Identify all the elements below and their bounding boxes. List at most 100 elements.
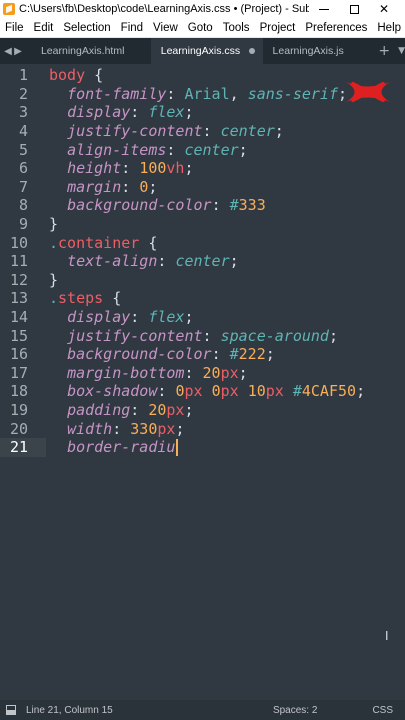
code-line: 19 padding: 20px; <box>0 401 405 420</box>
line-code: align-items: center; <box>67 140 248 159</box>
line-number: 10 <box>9 233 28 252</box>
line-code: } <box>49 270 59 289</box>
menu-file[interactable]: File <box>0 22 29 34</box>
syntax-status[interactable]: CSS <box>372 705 393 716</box>
line-code: justify-content: space-around; <box>67 326 338 345</box>
code-line: 20 width: 330px; <box>0 419 405 438</box>
text-caret <box>176 439 178 457</box>
menu-goto[interactable]: Goto <box>183 22 218 34</box>
line-code: text-align: center; <box>67 252 239 271</box>
code-line: 15 justify-content: space-around; <box>0 326 405 345</box>
line-code: } <box>49 215 59 234</box>
line-number: 8 <box>18 196 28 215</box>
line-number: 7 <box>18 177 28 196</box>
minimize-icon <box>319 8 329 10</box>
menu-tools[interactable]: Tools <box>218 22 255 34</box>
line-number: 12 <box>9 270 28 289</box>
code-line: 12} <box>0 271 405 290</box>
tab-learningaxis-css[interactable]: LearningAxis.css <box>150 38 263 64</box>
menu-view[interactable]: View <box>148 22 183 34</box>
tab-label: LearningAxis.css <box>160 45 241 57</box>
tab-scroll-right-icon[interactable]: ▶ <box>13 46 23 57</box>
tab-list-chevron-icon[interactable]: ▼ <box>398 46 405 56</box>
menu-bar: File Edit Selection Find View Goto Tools… <box>0 18 405 38</box>
code-line: 10 .container { <box>0 233 405 252</box>
new-tab-plus-icon[interactable]: + <box>378 43 390 59</box>
code-line: 18 box-shadow: 0px 0px 10px #4CAF50; <box>0 382 405 401</box>
line-number: 15 <box>9 326 28 345</box>
panel-toggle-icon[interactable] <box>6 705 16 715</box>
line-code: body { <box>49 66 104 85</box>
line-code: height: 100vh; <box>67 159 194 178</box>
code-line: 3 display: flex; <box>0 103 405 122</box>
maximize-icon <box>349 4 359 14</box>
tab-learningaxis-js[interactable]: LearningAxis.js <box>263 38 371 64</box>
tab-learningaxis-html[interactable]: LearningAxis.html <box>23 38 151 64</box>
line-number: 18 <box>9 382 28 401</box>
code-line: 4 justify-content: center; <box>0 122 405 141</box>
code-line: 16 background-color: #222; <box>0 345 405 364</box>
code-line: 13 .steps { <box>0 289 405 308</box>
line-code: box-shadow: 0px 0px 10px #4CAF50; <box>67 382 366 401</box>
line-number: 20 <box>9 419 28 438</box>
code-line: 9} <box>0 215 405 234</box>
line-number: 2 <box>18 84 28 103</box>
line-number-current: 21 <box>0 438 46 457</box>
line-number: 14 <box>9 308 28 327</box>
menu-preferences[interactable]: Preferences <box>300 22 372 34</box>
line-number: 5 <box>18 140 28 159</box>
menu-selection[interactable]: Selection <box>58 22 115 34</box>
code-line: 6 height: 100vh; <box>0 159 405 178</box>
line-number: 16 <box>9 345 28 364</box>
window-title: C:\Users\fb\Desktop\code\LearningAxis.cs… <box>19 3 309 15</box>
maximize-button[interactable] <box>339 0 369 18</box>
line-code: margin: 0; <box>67 177 158 196</box>
line-number: 11 <box>9 252 28 271</box>
line-code: display: flex; <box>67 103 194 122</box>
code-line: 14 display: flex; <box>0 308 405 327</box>
code-line: 11 text-align: center; <box>0 252 405 271</box>
indentation-status[interactable]: Spaces: 2 <box>273 705 317 716</box>
menu-find[interactable]: Find <box>116 22 148 34</box>
line-code: width: 330px; <box>67 419 185 438</box>
line-number: 4 <box>18 122 28 141</box>
code-line: 17 margin-bottom: 20px; <box>0 364 405 383</box>
code-line: 7 margin: 0; <box>0 178 405 197</box>
red-x-annotation-icon <box>346 82 390 102</box>
line-code: background-color: #333 <box>67 196 266 215</box>
menu-edit[interactable]: Edit <box>29 22 59 34</box>
line-number: 13 <box>9 289 28 308</box>
code-line: 8 background-color: #333 <box>0 196 405 215</box>
status-bar: Line 21, Column 15 Spaces: 2 CSS <box>0 700 405 720</box>
line-number: 1 <box>18 66 28 85</box>
tab-bar: ◀ ▶ LearningAxis.html LearningAxis.css L… <box>0 38 405 64</box>
close-icon: ✕ <box>378 2 390 16</box>
code-line: 5 align-items: center; <box>0 140 405 159</box>
line-code: display: flex; <box>67 308 194 327</box>
tab-label: LearningAxis.js <box>272 45 344 57</box>
sublime-app-icon <box>3 3 15 15</box>
line-code: background-color: #222; <box>67 345 275 364</box>
line-code: padding: 20px; <box>67 401 194 420</box>
line-code: border-radiu <box>46 438 178 457</box>
code-line-current: 21 border-radiu <box>0 438 405 457</box>
line-code: .steps { <box>49 289 122 308</box>
line-number: 6 <box>18 159 28 178</box>
line-number: 19 <box>9 401 28 420</box>
line-number: 3 <box>18 103 28 122</box>
line-number: 9 <box>18 215 28 234</box>
line-code: justify-content: center; <box>67 122 284 141</box>
code-editor[interactable]: 1 body { 2 font-family: Arial, sans-serif… <box>0 64 405 696</box>
line-code: font-family: Arial, sans-serif; <box>67 84 348 103</box>
close-button[interactable]: ✕ <box>369 0 399 18</box>
minimize-button[interactable] <box>309 0 339 18</box>
title-bar: C:\Users\fb\Desktop\code\LearningAxis.cs… <box>0 0 405 18</box>
menu-help[interactable]: Help <box>372 22 405 34</box>
line-number: 17 <box>9 363 28 382</box>
ibeam-cursor-icon: I <box>385 629 389 643</box>
tab-label: LearningAxis.html <box>40 45 125 57</box>
tab-scroll-left-icon[interactable]: ◀ <box>3 46 13 57</box>
cursor-position: Line 21, Column 15 <box>26 704 113 716</box>
unsaved-dot-icon[interactable] <box>248 48 255 54</box>
menu-project[interactable]: Project <box>255 22 301 34</box>
